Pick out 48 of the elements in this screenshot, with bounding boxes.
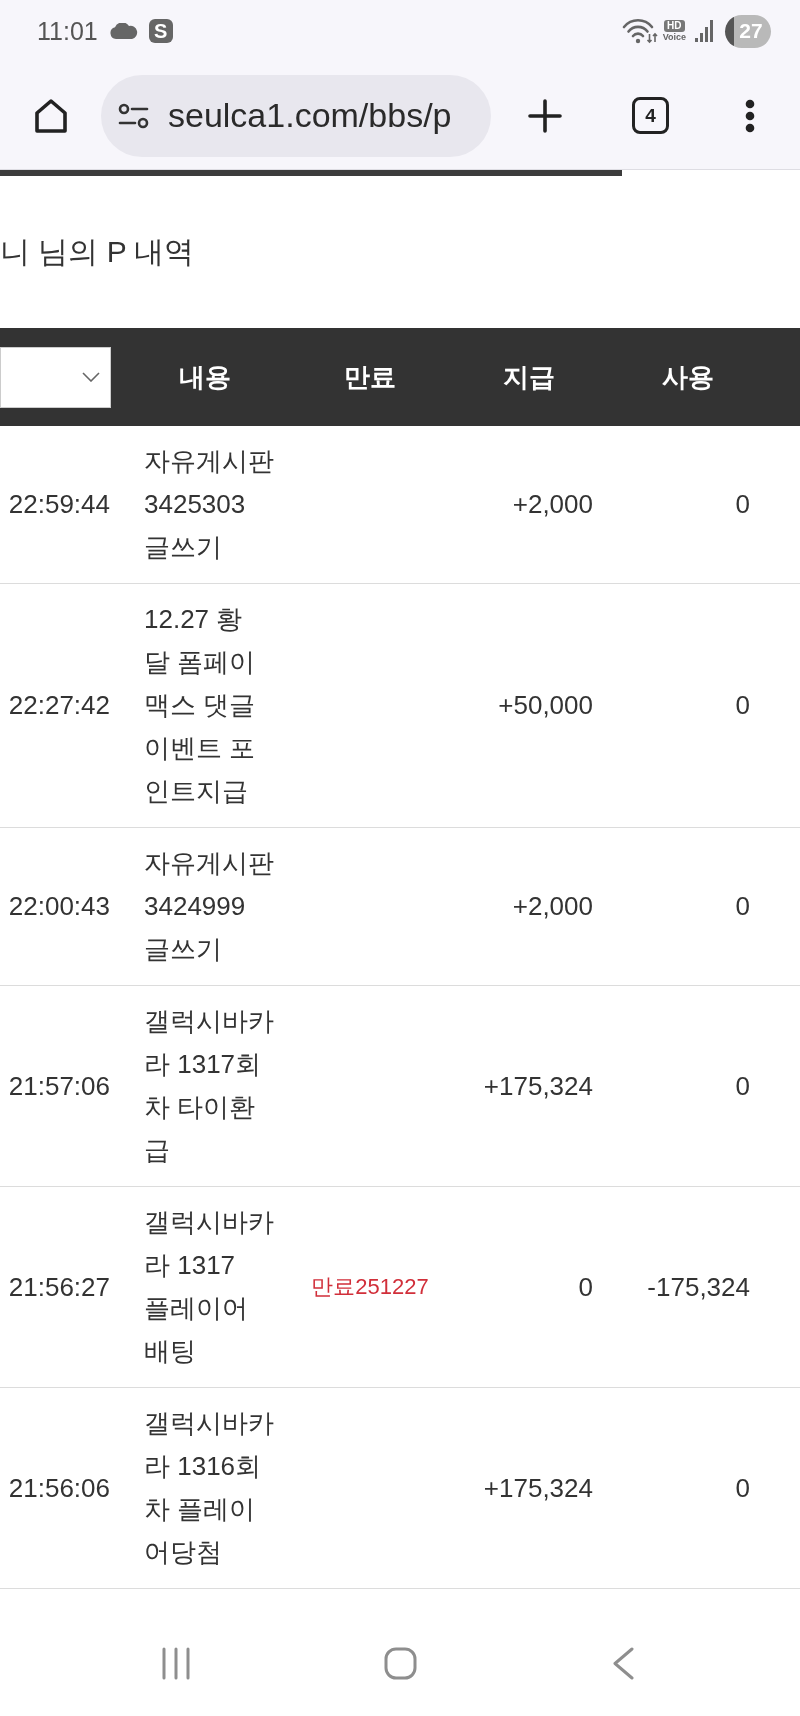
used-amount: 0 (735, 1472, 750, 1504)
time-text: 21:57:06 (8, 1070, 110, 1102)
time-text: 22:59:44 (8, 489, 110, 520)
description-text: 자유게시판 3424999 글쓰기 (144, 847, 274, 966)
granted-amount: +175,324 (483, 1070, 593, 1102)
description-text: 갤럭시바카 라 1316회 차 플레이 어당첨 (144, 1407, 274, 1569)
cloud-icon (109, 23, 138, 39)
new-tab-icon[interactable] (528, 98, 562, 133)
granted-amount: 0 (578, 1271, 593, 1303)
wifi-icon (621, 18, 658, 44)
column-header: 지급 (503, 360, 555, 394)
column-header: 사용 (662, 360, 714, 394)
used-amount: 0 (735, 1070, 750, 1102)
column-header: 만료 (344, 360, 396, 394)
used-amount: 0 (735, 489, 750, 520)
time-text: 21:56:06 (8, 1472, 110, 1504)
voice-label: Voice (662, 32, 686, 42)
column-header: 내용 (179, 360, 231, 394)
back-icon[interactable] (612, 1647, 635, 1680)
description-text: 12.27 황 달 폼페이 맥스 댓글 이벤트 포 인트지급 (144, 603, 256, 808)
used-amount: 0 (735, 891, 750, 922)
chevron-icon (82, 372, 100, 382)
time-text: 21:56:27 (8, 1271, 110, 1303)
page-title: 니 님의 P 내역 (0, 233, 195, 270)
granted-amount: +50,000 (498, 690, 593, 721)
description-text: 자유게시판 3425303 글쓰기 (144, 445, 274, 564)
used-amount: -175,324 (647, 1271, 750, 1303)
home-icon[interactable] (32, 96, 70, 135)
expiry-text: 만료251227 (311, 1273, 429, 1301)
menu-icon[interactable] (745, 98, 755, 133)
hd-badge: HD (664, 20, 685, 32)
signal-icon (695, 20, 713, 42)
time-text: 22:27:42 (8, 690, 110, 721)
description-text: 갤럭시바카 라 1317회 차 타이환 급 (144, 1005, 274, 1167)
home-button-icon[interactable] (384, 1647, 417, 1680)
used-amount: 0 (735, 690, 750, 721)
battery-indicator: 27 (725, 14, 771, 48)
granted-amount: +2,000 (512, 489, 593, 520)
app-notification-icon: S (148, 19, 173, 43)
site-settings-icon[interactable] (118, 102, 149, 129)
recent-apps-icon[interactable] (161, 1647, 191, 1680)
granted-amount: +175,324 (483, 1472, 593, 1504)
clock-time: 11:01 (37, 16, 98, 46)
time-text: 22:00:43 (8, 891, 110, 922)
description-text: 갤럭시바카 라 1317 플레이어 배팅 (144, 1206, 274, 1368)
granted-amount: +2,000 (512, 891, 593, 922)
tab-switcher-button[interactable]: 4 (632, 97, 669, 134)
address-bar[interactable]: seulca1.com/bbs/p (101, 74, 491, 157)
